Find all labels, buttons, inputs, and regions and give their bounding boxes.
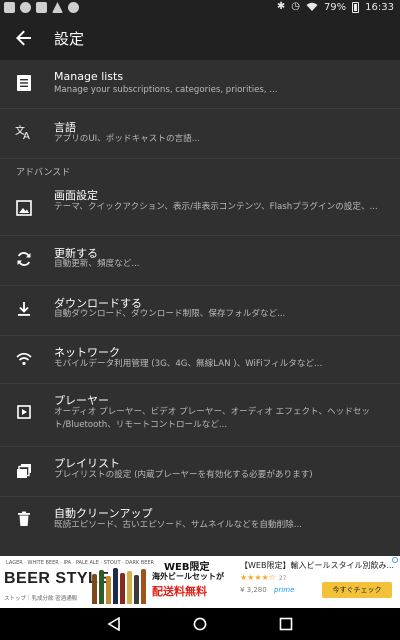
nav-home-button[interactable] — [190, 614, 210, 634]
refresh-icon — [14, 249, 34, 269]
settings-item-update[interactable]: 更新する 自動更新、頻度など... — [0, 236, 400, 286]
item-subtitle: テーマ、クイックアクション、表示/非表示コンテンツ、Flashプラグインの設定、… — [54, 202, 378, 212]
arrow-back-icon — [16, 30, 31, 46]
settings-item-playlist[interactable]: プレイリスト プレイリストの設定 (内蔵プレーヤーを有効化する必要があります) — [0, 447, 400, 497]
settings-item-auto-cleanup[interactable]: 自動クリーンアップ 既読エピソード、古いエピソード、サムネイルなどを自動削除..… — [0, 497, 400, 539]
settings-item-player[interactable]: プレーヤー オーディオ プレーヤー、ビデオ プレーヤー、オーディオ エフェクト、… — [0, 384, 400, 447]
wifi-status-icon — [306, 2, 318, 11]
podcast-icon — [20, 2, 31, 13]
ad-promo: 配送料無料 — [152, 585, 207, 598]
settings-item-language[interactable]: 文A 言語 アプリのUI、ポッドキャストの言語... — [0, 109, 400, 159]
settings-list: Manage lists Manage your subscriptions, … — [0, 60, 400, 539]
android-icon — [68, 2, 79, 13]
ad-price: ¥ 3,280 — [240, 586, 267, 594]
section-header-label: アドバンスド — [16, 168, 71, 178]
ad-subline: 海外ビールセットが — [152, 572, 224, 581]
home-icon — [193, 617, 207, 631]
status-left-icons — [4, 2, 79, 13]
ad-product-image — [92, 564, 152, 604]
ad-brand-sub: ストップ｜乳成分飲 密酒通販 — [4, 596, 78, 602]
system-nav-bar — [0, 608, 400, 640]
gallery-icon — [36, 2, 47, 13]
ad-rating-count: 27 — [278, 575, 287, 582]
item-subtitle: プレイリストの設定 (内蔵プレーヤーを有効化する必要があります) — [54, 470, 313, 480]
download-icon — [14, 299, 34, 319]
item-subtitle: 自動ダウンロード、ダウンロード制限、保存フォルダなど... — [54, 309, 286, 319]
translate-icon: 文A — [14, 122, 34, 142]
item-title: Manage lists — [54, 70, 124, 83]
ad-cta-button[interactable]: 今すぐチェック — [322, 582, 392, 598]
image-icon — [14, 198, 34, 218]
section-header-advanced: アドバンスド — [0, 159, 400, 181]
alarm-icon: ◷ — [291, 1, 300, 12]
star-rating-icon: ★★★★☆ — [240, 573, 276, 582]
settings-item-display[interactable]: 画面設定 テーマ、クイックアクション、表示/非表示コンテンツ、Flashプラグイ… — [0, 181, 400, 236]
svg-text:A: A — [23, 131, 30, 140]
item-subtitle: モバイルデータ利用管理 (3G、4G、無線LAN )、WiFiフィルタなど... — [54, 359, 323, 369]
notification-icon — [4, 2, 15, 13]
item-subtitle: オーディオ プレーヤー、ビデオ プレーヤー、オーディオ エフェクト、ヘッドセット… — [54, 407, 371, 430]
battery-percent: 79% — [323, 1, 347, 13]
warning-icon — [52, 2, 63, 13]
item-subtitle: Manage your subscriptions, categories, p… — [54, 85, 278, 95]
trash-icon — [14, 509, 34, 529]
ad-banner[interactable]: LAGER · WHITE BEER · IPA · PALE ALE · ST… — [0, 556, 400, 608]
settings-item-manage-lists[interactable]: Manage lists Manage your subscriptions, … — [0, 60, 400, 109]
ad-prime: prime — [274, 586, 295, 594]
back-icon — [107, 617, 120, 631]
playlist-icon — [14, 461, 34, 481]
status-bar: ✱ ◷ 79% 16:33 — [0, 0, 400, 16]
back-button[interactable] — [8, 22, 40, 54]
item-subtitle: 自動更新、頻度など... — [54, 259, 140, 269]
app-bar: 設定 — [0, 16, 400, 60]
status-right: ✱ ◷ 79% 16:33 — [277, 1, 394, 13]
settings-item-network[interactable]: ネットワーク モバイルデータ利用管理 (3G、4G、無線LAN )、WiFiフィ… — [0, 336, 400, 384]
clock: 16:33 — [365, 1, 394, 13]
ad-product-title: 【WEB限定】輸入ビールスタイル別飲み... — [240, 561, 395, 570]
ad-rating: ★★★★☆ 27 — [240, 573, 287, 582]
recents-icon — [279, 617, 293, 631]
nav-recents-button[interactable] — [276, 614, 296, 634]
nav-back-button[interactable] — [104, 614, 124, 634]
wifi-icon — [14, 349, 34, 369]
item-subtitle: 既読エピソード、古いエピソード、サムネイルなどを自動削除... — [54, 520, 302, 530]
list-icon — [14, 73, 34, 93]
item-subtitle: アプリのUI、ポッドキャストの言語... — [54, 134, 200, 144]
battery-icon — [352, 1, 360, 13]
page-title: 設定 — [54, 30, 85, 48]
player-icon — [14, 402, 34, 422]
bluetooth-icon: ✱ — [276, 1, 286, 12]
settings-item-download[interactable]: ダウンロードする 自動ダウンロード、ダウンロード制限、保存フォルダなど... — [0, 286, 400, 336]
